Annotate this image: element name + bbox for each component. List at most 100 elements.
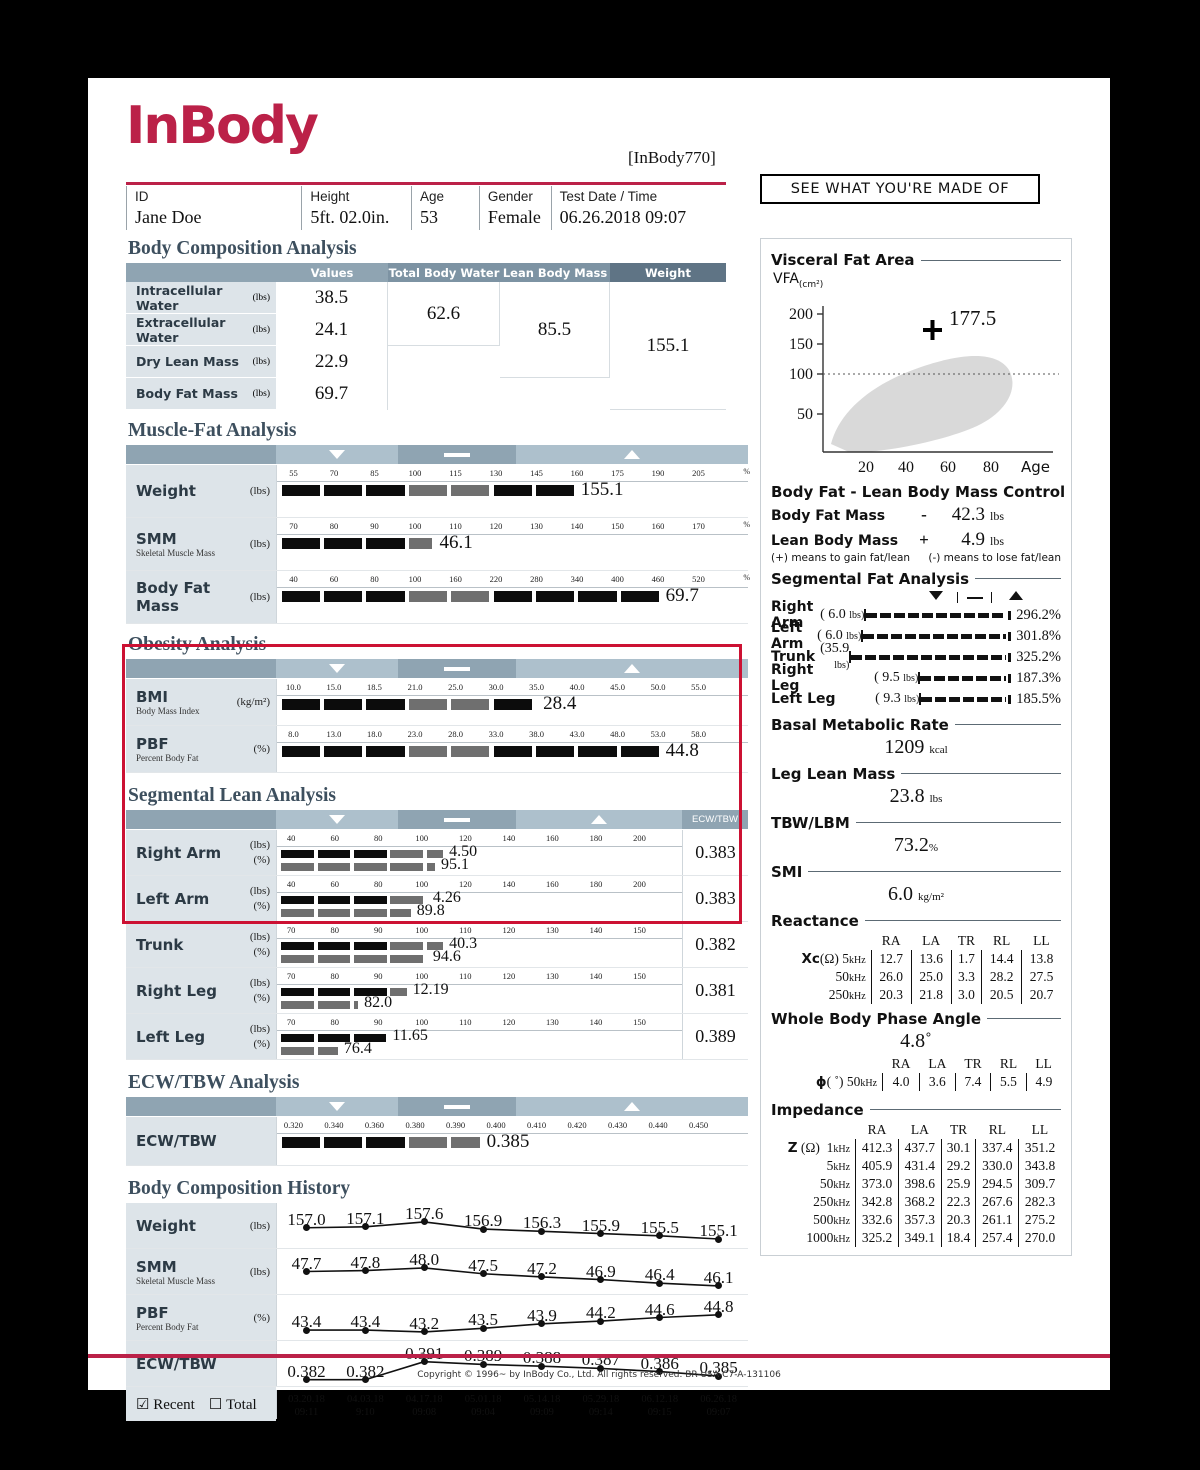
legend-recent[interactable]: ☑ Recent [136, 1395, 195, 1414]
bar-segment [281, 699, 320, 710]
strip-normal-marker [398, 445, 516, 464]
bar-segment [991, 655, 1003, 661]
bar-segment [978, 613, 990, 619]
control-bfm-unit: lbs [990, 508, 1005, 523]
axis-tick: 70 [286, 971, 296, 981]
leg-lean-value: 23.8 [889, 784, 925, 807]
history-row: PBF Percent Body Fat (%) 43.4 43.4 43.2 43.5 43… [126, 1295, 748, 1341]
segmental-lean-ecw-value: 0.381 [682, 968, 748, 1013]
table-cell: 3.3 [950, 967, 982, 986]
phase-angle-table: RA LA TR RL LL ϕ( ˚) 50kHz 4.0 3.6 7.4 5.5 4.9 [771, 1055, 1061, 1091]
field-gender: Gender Female [478, 186, 551, 230]
axis-tick: 100 [408, 574, 422, 584]
axis-tick: 85 [370, 468, 379, 478]
history-row: SMM Skeletal Muscle Mass (lbs) 47.7 47.8 48.0… [126, 1249, 748, 1295]
legend-total[interactable]: ☐ Total [209, 1395, 257, 1414]
device-model: [InBody770] [628, 148, 716, 167]
impedance-symbol: Z [787, 1139, 798, 1156]
bar-value-label: 11.65 [392, 1027, 428, 1044]
axis-tick: 0.360 [364, 1120, 385, 1130]
axis-tick: 140 [589, 925, 603, 935]
bar-track: 28.4 [277, 693, 748, 714]
bar-segment [408, 485, 448, 496]
segmental-fat-bar [918, 672, 1012, 685]
bar-segment [281, 1034, 314, 1042]
table-row-header: 1000kHz [806, 1229, 851, 1245]
segmental-lean-ecw-value: 0.383 [682, 876, 748, 921]
obesity-row-unit: (%) [253, 743, 271, 755]
bar-segment [281, 1047, 314, 1055]
bar-segment [281, 988, 314, 996]
table-row: 50kHz 373.0 398.6 25.9 294.5 309.7 [771, 1174, 1061, 1193]
axis-tick: 0.450 [688, 1120, 709, 1130]
strip-over-marker [516, 445, 748, 464]
history-data-label: 47.7 [291, 1253, 322, 1273]
tbw-lbm-value-row: 73.2% [771, 834, 1061, 857]
axis-ticks: 10.0 15.0 18.5 21.0 25.0 30.0 35.0 40.0 45.0 50.0… [277, 681, 748, 696]
bar-track-pct: 76.4 [277, 1040, 682, 1059]
bar-segment [390, 988, 407, 996]
segmental-fat-row-mass: ( 9.5 lbs) [874, 670, 919, 686]
phase-angle-value-row: 4.8˚ [771, 1030, 1061, 1053]
bar-segment [976, 676, 988, 682]
history-data-label: 46.1 [703, 1267, 734, 1287]
vfa-normal-range-area [831, 355, 1013, 452]
axis-tick: 80 [329, 521, 339, 531]
bca-unit-icw: (lbs) [252, 292, 270, 303]
history-data-label: 156.9 [463, 1211, 503, 1231]
history-row: ECW/TBW0.3820.3820.3910.3890.3880.3870.3… [126, 1341, 748, 1387]
bar-value-label: 82.0 [364, 994, 393, 1011]
bar-segment [390, 850, 424, 858]
segmental-lean-row-label: Trunk (lbs) (%) [126, 922, 276, 967]
bar-segment [877, 634, 889, 640]
axis-tick: 120 [489, 521, 503, 531]
bar-segment [620, 746, 659, 757]
legend-total-label: Total [226, 1396, 257, 1413]
bar-segment [933, 634, 945, 640]
bar-segment [935, 697, 947, 703]
table-cell: 267.6 [975, 1192, 1019, 1211]
leg-lean-heading: Leg Lean Mass [771, 765, 1061, 783]
bca-labels: Intracellular Water (lbs) Extracellular W… [126, 282, 276, 410]
table-cell: 330.0 [975, 1156, 1019, 1175]
strip-normal-marker-obesity [398, 659, 516, 678]
axis-tick: 520 [692, 574, 705, 584]
report-header: InBody [InBody770] SEE WHAT YOU'RE MADE … [88, 78, 1110, 230]
strip-under-marker-sl [276, 810, 398, 829]
bar-segment [451, 699, 490, 710]
report-page: InBody [InBody770] SEE WHAT YOU'RE MADE … [88, 78, 1110, 1421]
dash-icon [444, 667, 470, 671]
leg-lean-title: Leg Lean Mass [771, 764, 896, 783]
axis-tick: 180 [589, 833, 603, 843]
axis-tick: 21.0 [407, 682, 423, 692]
segmental-lean-row-name: Right Arm [136, 843, 222, 862]
strip-blank-sl [126, 810, 276, 829]
ecw-tbw-row-label: ECW/TBW [126, 1117, 276, 1165]
history-data-label: 48.0 [409, 1249, 440, 1269]
table-cell: 343.8 [1018, 1156, 1061, 1175]
bar-value-label: 28.4 [543, 693, 577, 714]
bca-label-ecw: Extracellular Water (lbs) [126, 314, 276, 346]
table-cell: 13.6 [910, 949, 952, 968]
vfa-xaxis-name: Age [1021, 458, 1050, 476]
bca-label-bfm: Body Fat Mass (lbs) [126, 378, 276, 410]
strip-under-marker [276, 445, 398, 464]
vfa-plot: 200 150 100 50 20 40 60 80 Age 177.5 [771, 292, 1059, 477]
axis-tick: 120 [502, 971, 516, 981]
bar-end-cap [1008, 611, 1012, 621]
bar-segment [947, 634, 959, 640]
axis-tick: 33.0 [488, 729, 504, 739]
segmental-lean-row: Left Arm (lbs) (%) 40 60 80 100 120 140 160 180 200… [126, 876, 748, 922]
field-gender-value: Female [487, 207, 541, 227]
bar-segment [353, 955, 387, 963]
table-cell: 20.3 [940, 1210, 976, 1229]
segmental-lean-row: Trunk (lbs) (%) 70 80 90 100 110 120 130 140 150 40.… [126, 922, 748, 968]
segmental-lean-row-name: Right Leg [136, 981, 217, 1000]
bar-segment [366, 485, 405, 496]
segmental-lean-rows: Right Arm (lbs) (%) 40 60 80 100 120 140 160 180 20… [126, 830, 748, 1060]
bca-weight-col: 155.1 [610, 282, 726, 410]
bar-segment [281, 538, 320, 549]
axis-ticks: 70 80 90 100 110 120 130 140 150 [277, 924, 682, 939]
history-row-unit: (lbs) [249, 1265, 270, 1278]
segmental-fat-bar [864, 609, 1012, 622]
